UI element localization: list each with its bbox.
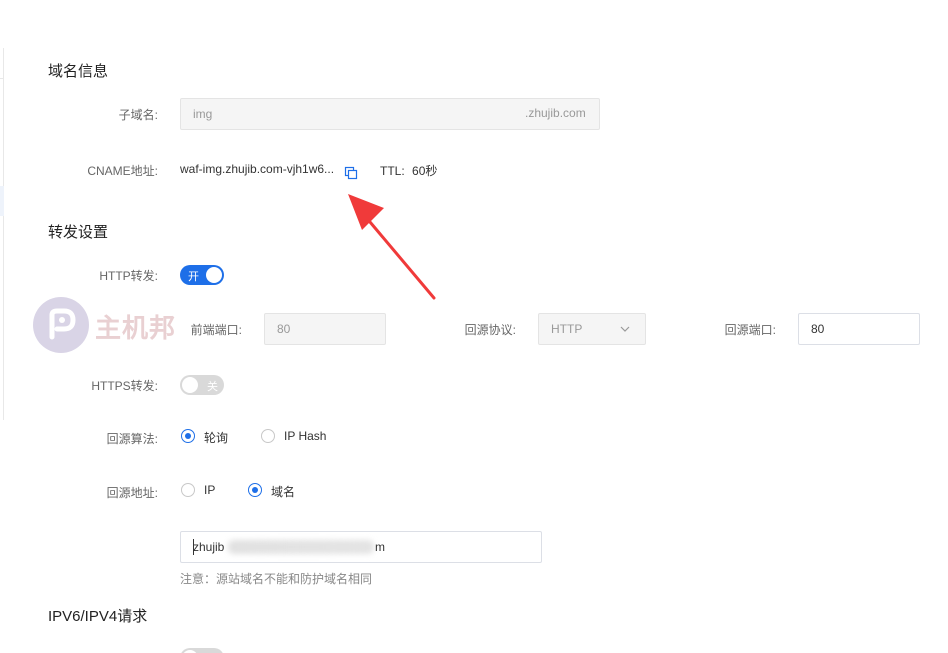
origin-protocol-value: HTTP bbox=[551, 322, 583, 336]
https-switch-text: 关 bbox=[207, 381, 218, 393]
page: 域名信息 子域名: img .zhujib.com CNAME地址: waf-i… bbox=[0, 0, 948, 653]
copy-icon[interactable] bbox=[344, 166, 358, 180]
ttl-value: 60秒 bbox=[412, 164, 438, 178]
ipv-switch[interactable] bbox=[180, 648, 224, 653]
subdomain-label: 子域名: bbox=[118, 108, 158, 122]
origin-port-input[interactable]: 80 bbox=[798, 313, 920, 345]
origin-protocol-label: 回源协议: bbox=[464, 323, 516, 337]
section-title-domain-info: 域名信息 bbox=[48, 63, 109, 80]
subdomain-suffix: .zhujib.com bbox=[525, 106, 586, 120]
subdomain-value: img bbox=[193, 107, 213, 121]
cname-value: waf-img.zhujib.com-vjh1w6... bbox=[180, 162, 335, 176]
https-forward-label: HTTPS转发: bbox=[91, 379, 158, 393]
ttl-label-text: TTL: bbox=[380, 164, 405, 178]
origin-domain-suffix: m bbox=[375, 540, 385, 554]
radio-domain[interactable] bbox=[248, 483, 262, 497]
text-caret bbox=[193, 539, 194, 555]
origin-algorithm-label: 回源算法: bbox=[106, 432, 158, 446]
chevron-down-icon bbox=[620, 326, 630, 332]
radio-domain-label[interactable]: 域名 bbox=[271, 483, 295, 500]
section-title-ipv: IPV6/IPV4请求 bbox=[48, 608, 148, 625]
origin-domain-prefix: zhujib bbox=[193, 540, 225, 554]
http-forward-label: HTTP转发: bbox=[99, 269, 158, 283]
ttl-label: TTL: 60秒 bbox=[380, 162, 437, 179]
origin-port-value: 80 bbox=[811, 322, 825, 336]
origin-address-label: 回源地址: bbox=[106, 486, 158, 500]
https-forward-switch[interactable]: 关 bbox=[180, 375, 224, 395]
switch-knob bbox=[182, 377, 198, 393]
rail-divider bbox=[0, 78, 4, 79]
annotation-arrow-icon bbox=[348, 194, 436, 300]
front-port-input[interactable]: 80 bbox=[264, 313, 386, 345]
http-forward-switch[interactable]: 开 bbox=[180, 265, 224, 285]
radio-ip-hash[interactable] bbox=[261, 429, 275, 443]
left-rail bbox=[0, 48, 4, 420]
redacted-text bbox=[228, 540, 374, 554]
radio-ip-label[interactable]: IP bbox=[204, 483, 215, 497]
radio-round-robin-label[interactable]: 轮询 bbox=[204, 429, 228, 446]
front-port-value: 80 bbox=[277, 322, 291, 336]
front-port-label: 前端端口: bbox=[190, 323, 242, 337]
origin-domain-note: 注意：源站域名不能和防护域名相同 bbox=[180, 572, 373, 586]
radio-round-robin[interactable] bbox=[181, 429, 195, 443]
radio-ip-hash-label[interactable]: IP Hash bbox=[284, 429, 326, 443]
origin-port-label: 回源端口: bbox=[724, 323, 776, 337]
switch-knob bbox=[206, 267, 222, 283]
http-switch-text: 开 bbox=[188, 271, 199, 283]
rail-active-indicator bbox=[0, 186, 4, 216]
cname-label: CNAME地址: bbox=[87, 164, 158, 178]
radio-ip[interactable] bbox=[181, 483, 195, 497]
section-title-forward: 转发设置 bbox=[48, 224, 109, 241]
